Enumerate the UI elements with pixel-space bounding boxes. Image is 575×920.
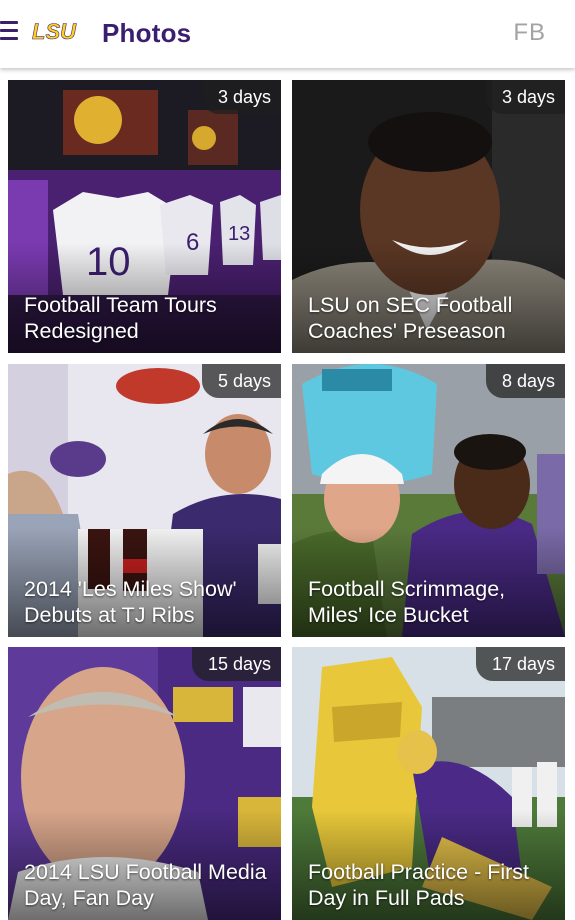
- photo-tile[interactable]: 2014 LSU Football Media Day, Fan Day 15 …: [8, 647, 281, 920]
- photo-caption: Football Scrimmage, Miles' Ice Bucket: [308, 577, 506, 627]
- svg-text:LSU: LSU: [32, 19, 77, 43]
- app-bar: LSU Photos FB: [0, 0, 575, 68]
- photo-caption: Football Team Tours Redesigned: [24, 293, 217, 343]
- lsu-logo[interactable]: LSU: [31, 19, 87, 43]
- photo-age-badge: 5 days: [201, 364, 281, 398]
- photo-tile[interactable]: 10 6 13 Football Team Tours Redesigned 3…: [8, 80, 281, 353]
- photo-caption: 2014 LSU Football Media Day, Fan Day: [24, 860, 267, 910]
- photo-tile[interactable]: LSU on SEC Football Coaches' Preseason 3…: [292, 80, 565, 353]
- fb-button[interactable]: FB: [513, 18, 546, 48]
- svg-text:13: 13: [228, 223, 250, 245]
- hamburger-menu-icon[interactable]: [0, 21, 18, 43]
- photo-tile[interactable]: 2014 'Les Miles Show' Debuts at TJ Ribs …: [8, 364, 281, 637]
- photo-caption: 2014 'Les Miles Show' Debuts at TJ Ribs: [24, 577, 237, 627]
- photo-age-badge: 15 days: [191, 647, 281, 681]
- photo-age-badge: 8 days: [485, 364, 565, 398]
- photo-tile[interactable]: Football Scrimmage, Miles' Ice Bucket 8 …: [292, 364, 565, 637]
- photo-caption: Football Practice - First Day in Full Pa…: [308, 860, 530, 910]
- photo-age-badge: 17 days: [475, 647, 565, 681]
- photo-age-badge: 3 days: [201, 80, 281, 114]
- photo-caption: LSU on SEC Football Coaches' Preseason: [308, 293, 513, 343]
- photo-age-badge: 3 days: [485, 80, 565, 114]
- page-title: Photos: [102, 18, 192, 48]
- photo-tile[interactable]: Football Practice - First Day in Full Pa…: [292, 647, 565, 920]
